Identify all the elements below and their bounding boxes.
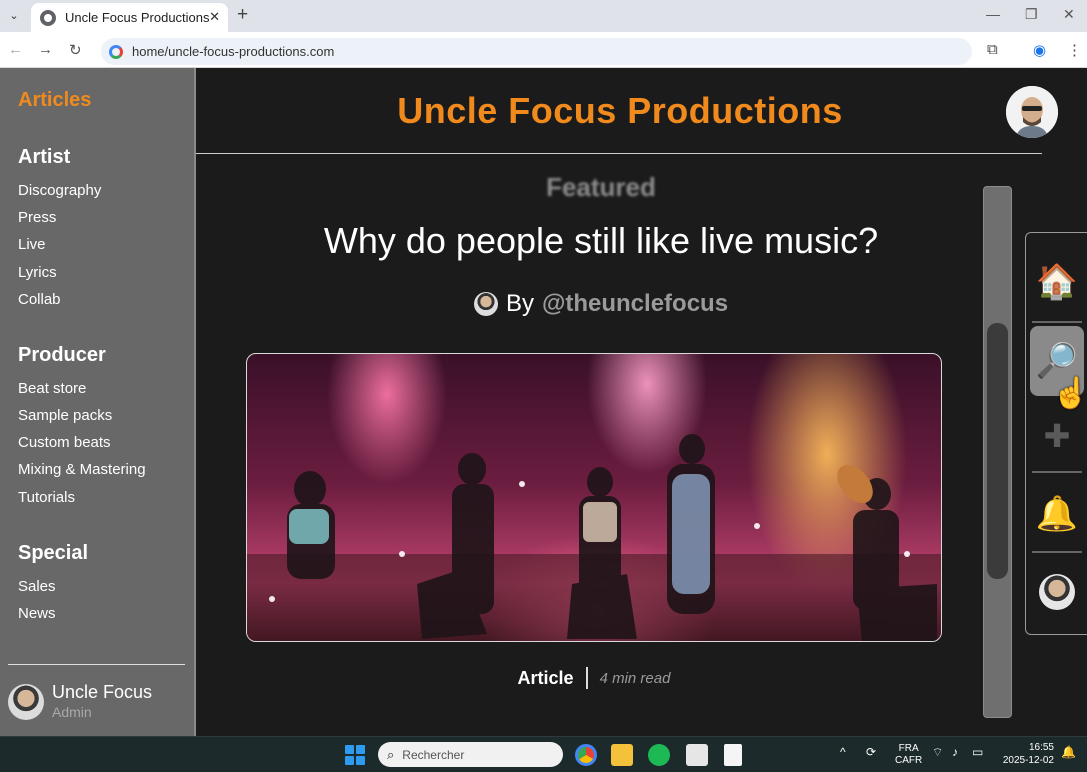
- author-handle[interactable]: @theunclefocus: [542, 290, 728, 318]
- restore-icon[interactable]: ❐: [1025, 6, 1038, 23]
- browser-tab-bar: ⌄ Uncle Focus Productions ✕ + — ❐ ✕: [0, 0, 1087, 32]
- avatar-portrait-icon: [1006, 86, 1058, 138]
- browser-toolbar: ← → ↻ home/uncle-focus-productions.com ⧉…: [0, 32, 1087, 68]
- header-avatar[interactable]: [1006, 86, 1058, 138]
- user-role: Admin: [52, 704, 92, 720]
- sidebar-item-tutorials[interactable]: Tutorials: [18, 489, 75, 506]
- profile-avatar: [1039, 574, 1075, 610]
- concert-photo: [247, 434, 941, 641]
- taskbar-search-text: Rechercher: [402, 747, 465, 762]
- scrollbar-thumb[interactable]: [987, 323, 1008, 579]
- tab-close-icon[interactable]: ✕: [209, 9, 220, 25]
- section-title-artist: Artist: [18, 146, 71, 168]
- section-title-special: Special: [18, 542, 89, 564]
- read-time: 4 min read: [599, 669, 671, 687]
- hand-cursor-icon: ☝: [1052, 377, 1087, 410]
- tray-overflow-icon[interactable]: ^: [840, 745, 846, 759]
- profile-icon[interactable]: ◉: [1033, 41, 1046, 59]
- plus-icon: ✚: [1043, 418, 1071, 454]
- meta-separator: [585, 667, 588, 689]
- sidebar-item-beat-store[interactable]: Beat store: [18, 380, 86, 397]
- sidebar-item-discography[interactable]: Discography: [18, 182, 101, 199]
- nav-divider: [1032, 551, 1082, 553]
- clock-date: 2025-12-02: [1002, 755, 1054, 766]
- chrome-favicon-icon: [40, 9, 56, 26]
- section-title-producer: Producer: [18, 344, 106, 366]
- volume-icon[interactable]: ♪: [952, 745, 958, 759]
- wifi-icon[interactable]: ⌔: [932, 745, 943, 760]
- back-icon[interactable]: ←: [8, 41, 23, 58]
- featured-label: Featured: [546, 172, 656, 202]
- home-button[interactable]: 🏠: [1030, 247, 1084, 317]
- clock-time: 16:55: [1028, 742, 1054, 753]
- add-button[interactable]: ✚: [1030, 401, 1084, 471]
- sidebar-item-sales[interactable]: Sales: [18, 578, 56, 595]
- nav-divider: [1032, 471, 1082, 473]
- site-title[interactable]: Uncle Focus Productions: [196, 90, 1044, 132]
- tab-search-chevron-icon[interactable]: ⌄: [4, 5, 24, 25]
- spotify-icon[interactable]: [648, 744, 670, 766]
- google-icon: [109, 44, 123, 59]
- sidebar-item-custom-beats[interactable]: Custom beats: [18, 434, 111, 451]
- sidebar-item-sample-packs[interactable]: Sample packs: [18, 407, 112, 424]
- minimize-icon[interactable]: —: [986, 6, 1000, 22]
- close-window-icon[interactable]: ✕: [1063, 6, 1075, 23]
- sidebar-item-collab[interactable]: Collab: [18, 291, 61, 308]
- by-label: By: [505, 290, 534, 317]
- windows-start-icon[interactable]: [345, 745, 365, 765]
- extensions-icon[interactable]: ⧉: [987, 41, 998, 58]
- profile-button[interactable]: [1030, 557, 1084, 627]
- nav-divider: [1032, 321, 1082, 323]
- taskbar: ⌕ Rechercher ^ ⟳ FRA CAFR ⌔ ♪ ▭ 16:55 20…: [0, 736, 1087, 772]
- bell-icon: 🔔: [1035, 495, 1079, 533]
- battery-icon[interactable]: ▭: [972, 745, 983, 759]
- author-avatar[interactable]: [473, 292, 498, 316]
- sidebar-item-news[interactable]: News: [18, 605, 56, 622]
- byline: By @theunclefocus: [196, 290, 1006, 318]
- forward-icon[interactable]: →: [38, 41, 53, 58]
- notifications-button[interactable]: 🔔: [1030, 479, 1084, 549]
- article-headline[interactable]: Why do people still like live music?: [196, 220, 1006, 262]
- sync-icon[interactable]: ⟳: [866, 745, 876, 759]
- header-divider: [196, 153, 1042, 154]
- taskbar-search[interactable]: ⌕ Rechercher: [378, 742, 563, 767]
- snipping-tool-icon[interactable]: [686, 744, 708, 766]
- url-text: home/uncle-focus-productions.com: [132, 44, 335, 59]
- sidebar-divider: [8, 664, 185, 665]
- home-icon: 🏠: [1035, 263, 1079, 301]
- menu-icon[interactable]: ⋮: [1067, 41, 1082, 59]
- user-avatar[interactable]: [8, 684, 44, 720]
- tab-title: Uncle Focus Productions: [65, 10, 210, 25]
- main-content: Uncle Focus Productions Featured Why do …: [196, 68, 1087, 736]
- sidebar-item-mixing-mastering[interactable]: Mixing & Mastering: [18, 461, 146, 478]
- notepad-icon[interactable]: [724, 744, 742, 766]
- article-type: Article: [517, 667, 574, 688]
- article-scrollbar[interactable]: [983, 186, 1012, 718]
- new-tab-button[interactable]: +: [237, 4, 248, 26]
- taskbar-clock[interactable]: 16:55 2025-12-02: [1000, 741, 1054, 767]
- language-indicator[interactable]: FRA CAFR: [895, 743, 922, 767]
- file-explorer-icon[interactable]: [611, 744, 633, 766]
- sidebar-item-press[interactable]: Press: [18, 209, 56, 226]
- sidebar-item-lyrics[interactable]: Lyrics: [18, 264, 57, 281]
- notification-bell-icon[interactable]: 🔔: [1061, 745, 1076, 759]
- search-icon: ⌕: [387, 746, 395, 762]
- right-nav-panel: 🏠 🔎 ✚ 🔔: [1025, 232, 1087, 635]
- reload-icon[interactable]: ↻: [69, 41, 82, 59]
- sidebar-item-live[interactable]: Live: [18, 236, 46, 253]
- address-bar[interactable]: home/uncle-focus-productions.com: [101, 38, 972, 65]
- lang-secondary: CAFR: [895, 755, 923, 766]
- article-hero-image[interactable]: [246, 353, 942, 642]
- sidebar: Articles Artist Discography Press Live L…: [0, 68, 196, 736]
- lang-primary: FRA: [898, 743, 919, 754]
- user-name[interactable]: Uncle Focus: [52, 682, 152, 703]
- browser-tab[interactable]: Uncle Focus Productions ✕: [31, 3, 228, 32]
- article-meta: Article 4 min read: [196, 667, 992, 689]
- search-icon: 🔎: [1035, 342, 1079, 380]
- chrome-icon[interactable]: [575, 744, 597, 766]
- sidebar-brand[interactable]: Articles: [18, 89, 91, 112]
